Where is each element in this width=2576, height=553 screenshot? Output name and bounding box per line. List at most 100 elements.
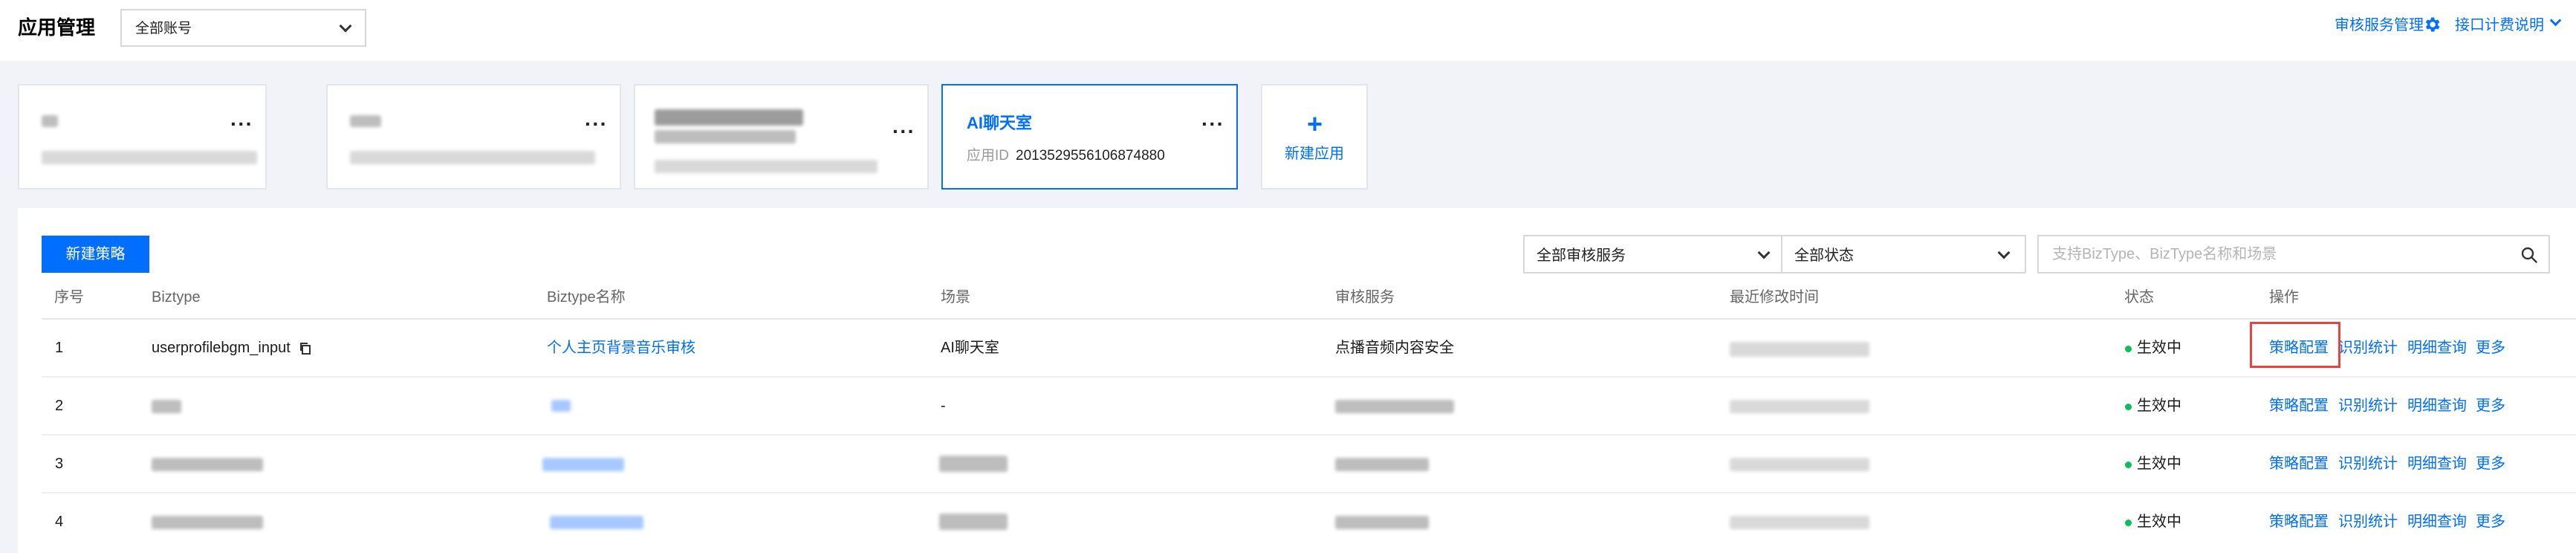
redacted-time: [1730, 342, 1869, 357]
row-divider: [42, 492, 2576, 494]
column-header-scene: 场景: [941, 289, 970, 305]
status-dot: [2125, 520, 2132, 526]
strategy-panel: 新建策略 全部审核服务 全部状态 序号 Biztype Biztype名称 场景…: [18, 208, 2576, 553]
row-index: 1: [55, 340, 64, 356]
redacted-app-name: [42, 115, 58, 127]
redacted-app-id: [655, 160, 877, 173]
gear-icon[interactable]: [2422, 15, 2442, 34]
redacted-biztype: [152, 516, 263, 529]
copy-icon[interactable]: [299, 342, 312, 355]
new-app-button[interactable]: + 新建应用: [1261, 84, 1368, 190]
redacted-service: [1335, 458, 1429, 471]
column-header-status: 状态: [2124, 289, 2154, 305]
column-header-actions: 操作: [2269, 289, 2299, 305]
column-header-modified-time: 最近修改时间: [1730, 289, 1819, 305]
more-icon[interactable]: ···: [230, 114, 253, 135]
row-biztype: userprofilebgm_input: [152, 340, 291, 356]
status-dot: [2125, 404, 2132, 410]
new-strategy-button[interactable]: 新建策略: [42, 236, 149, 273]
chevron-down-icon: [1997, 246, 2011, 259]
redacted-app-name: [655, 109, 803, 126]
redacted-biztype-name: [542, 458, 624, 471]
chevron-down-icon: [1757, 246, 1771, 259]
review-service-link[interactable]: 审核服务管理: [2335, 15, 2424, 36]
status-filter-value: 全部状态: [1794, 248, 1854, 264]
more-icon[interactable]: ···: [1201, 114, 1224, 135]
redacted-time: [1730, 516, 1869, 529]
row-status: 生效中: [2137, 456, 2181, 472]
recognition-stats-link[interactable]: 识别统计: [2338, 453, 2398, 474]
redacted-app-id: [350, 151, 595, 164]
row-index: 4: [55, 514, 64, 530]
search-box[interactable]: [2037, 235, 2550, 274]
row-biztype-name[interactable]: 个人主页背景音乐审核: [547, 337, 695, 358]
service-filter-select[interactable]: 全部审核服务: [1523, 235, 1786, 274]
chevron-down-icon[interactable]: [2549, 14, 2562, 27]
redacted-biztype-name: [550, 516, 643, 529]
redacted-time: [1730, 400, 1869, 413]
row-scene: AI聊天室: [941, 340, 999, 356]
redacted-scene: [939, 514, 1008, 530]
more-link[interactable]: 更多: [2476, 511, 2505, 532]
more-link[interactable]: 更多: [2476, 337, 2505, 358]
redacted-app-name: [350, 115, 381, 127]
header-divider: [42, 318, 2576, 320]
search-icon[interactable]: [2520, 246, 2538, 264]
top-bar: 应用管理 全部账号 审核服务管理 接口计费说明: [0, 0, 2576, 61]
app-id-value: 2013529556106874880: [1016, 148, 1165, 164]
row-index: 2: [55, 398, 64, 414]
column-header-biztype: Biztype: [152, 289, 201, 305]
recognition-stats-link[interactable]: 识别统计: [2338, 337, 2398, 358]
redacted-biztype-name: [551, 400, 571, 412]
plus-icon: +: [1307, 109, 1323, 139]
more-icon[interactable]: ···: [892, 121, 915, 142]
account-select-value: 全部账号: [135, 21, 192, 36]
redacted-service: [1335, 516, 1429, 529]
app-name: AI聊天室: [967, 114, 1033, 132]
status-filter-select[interactable]: 全部状态: [1781, 235, 2026, 274]
app-card[interactable]: ···: [634, 84, 929, 190]
row-status: 生效中: [2137, 514, 2181, 530]
redacted-biztype: [152, 458, 263, 471]
row-status: 生效中: [2137, 398, 2181, 414]
highlight-box: [2250, 322, 2340, 368]
column-header-service: 审核服务: [1335, 289, 1395, 305]
account-select[interactable]: 全部账号: [120, 9, 366, 47]
column-header-biztype-name: Biztype名称: [547, 289, 626, 305]
redacted-app-id: [42, 151, 257, 164]
strategy-config-link[interactable]: 策略配置: [2269, 453, 2329, 474]
row-scene: -: [941, 398, 946, 414]
redacted-time: [1730, 458, 1869, 471]
detail-query-link[interactable]: 明细查询: [2407, 511, 2467, 532]
new-app-label: 新建应用: [1285, 146, 1344, 162]
detail-query-link[interactable]: 明细查询: [2407, 395, 2467, 416]
redacted-biztype: [152, 400, 181, 413]
status-dot: [2125, 462, 2132, 468]
service-filter-value: 全部审核服务: [1537, 248, 1626, 264]
row-divider: [42, 376, 2576, 378]
billing-link[interactable]: 接口计费说明: [2455, 15, 2544, 36]
row-service: 点播音频内容安全: [1335, 340, 1454, 356]
more-icon[interactable]: ···: [585, 114, 608, 135]
row-index: 3: [55, 456, 64, 472]
more-link[interactable]: 更多: [2476, 395, 2505, 416]
chevron-down-icon: [339, 19, 352, 33]
search-input[interactable]: [2039, 236, 2499, 272]
detail-query-link[interactable]: 明细查询: [2407, 453, 2467, 474]
more-link[interactable]: 更多: [2476, 453, 2505, 474]
app-card[interactable]: ···: [18, 84, 267, 190]
row-status: 生效中: [2137, 340, 2181, 356]
strategy-config-link[interactable]: 策略配置: [2269, 511, 2329, 532]
redacted-service: [1335, 400, 1454, 413]
detail-query-link[interactable]: 明细查询: [2407, 337, 2467, 358]
column-header-index: 序号: [54, 289, 84, 305]
strategy-config-link[interactable]: 策略配置: [2269, 395, 2329, 416]
redacted-scene: [939, 456, 1008, 472]
app-id-label: 应用ID: [967, 148, 1010, 164]
recognition-stats-link[interactable]: 识别统计: [2338, 395, 2398, 416]
app-card[interactable]: ···: [326, 84, 621, 190]
app-card-active[interactable]: AI聊天室 应用ID 2013529556106874880 ···: [941, 84, 1238, 190]
page-title: 应用管理: [18, 16, 96, 39]
recognition-stats-link[interactable]: 识别统计: [2338, 511, 2398, 532]
redacted-app-name: [655, 130, 796, 143]
